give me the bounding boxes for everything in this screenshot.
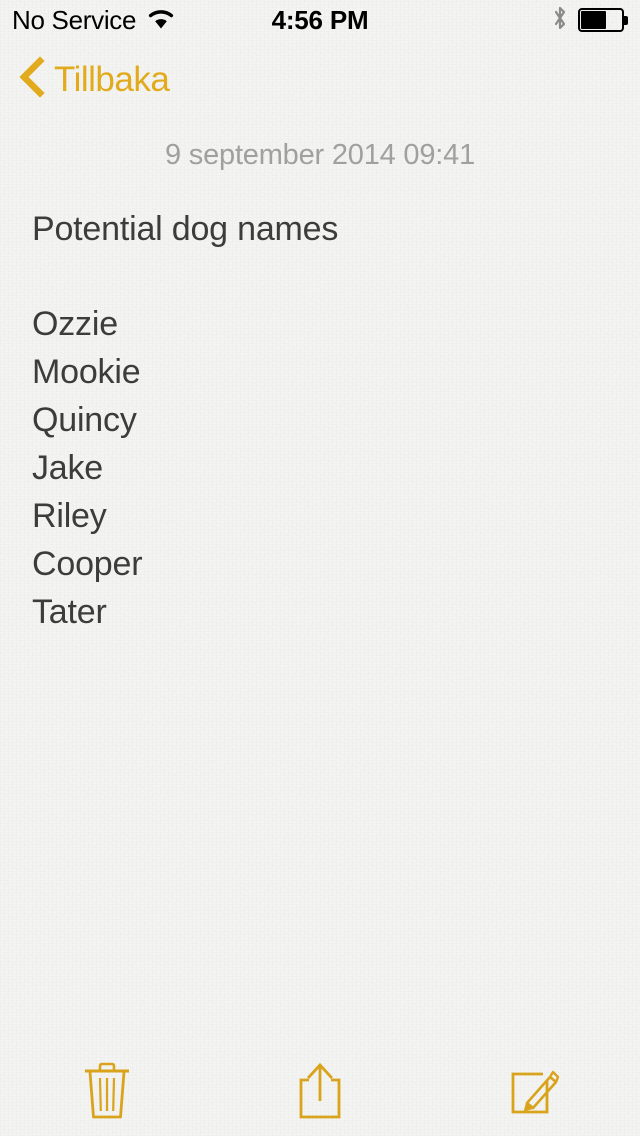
compose-note-button[interactable]	[427, 1046, 640, 1136]
note-timestamp: 9 september 2014 09:41	[165, 139, 475, 171]
chevron-left-icon	[16, 56, 46, 103]
battery-fill-level	[581, 11, 606, 29]
note-list-item: Jake	[32, 449, 104, 487]
note-list-item: Ozzie	[32, 305, 118, 343]
battery-cap	[624, 16, 628, 25]
note-body[interactable]: Potential dog names Ozzie Mookie Quincy …	[32, 206, 608, 636]
status-bar: No Service 4:56 PM	[0, 0, 640, 40]
note-list-item: Quincy	[32, 401, 137, 439]
note-blank-line	[32, 253, 608, 300]
note-list-item: Tater	[32, 593, 107, 631]
back-button[interactable]: Tillbaka	[16, 56, 170, 103]
note-list-item: Mookie	[32, 353, 141, 391]
delete-note-button[interactable]	[0, 1046, 213, 1136]
note-list-item: Cooper	[32, 545, 143, 583]
status-bar-clock: 4:56 PM	[271, 4, 369, 35]
note-list-item: Riley	[32, 497, 107, 535]
status-bar-right	[552, 5, 628, 36]
trash-icon	[79, 1060, 135, 1122]
share-icon	[292, 1060, 348, 1122]
navigation-bar: Tillbaka	[0, 40, 640, 112]
compose-icon	[504, 1060, 562, 1122]
bluetooth-icon	[552, 5, 568, 36]
bottom-toolbar	[0, 1046, 640, 1136]
notes-app-screen: No Service 4:56 PM Tillbaka 9 september …	[0, 0, 640, 1136]
battery-icon	[578, 8, 628, 32]
share-note-button[interactable]	[213, 1046, 426, 1136]
note-title: Potential dog names	[32, 210, 339, 248]
back-button-label: Tillbaka	[54, 60, 170, 99]
